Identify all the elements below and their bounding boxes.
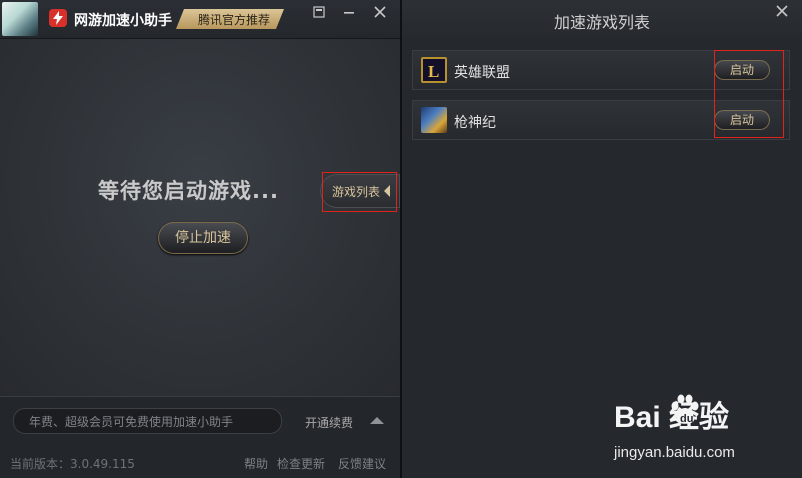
paw-logo-icon: du — [671, 394, 699, 425]
waiting-status-text: 等待您启动游戏... — [98, 179, 279, 203]
stop-acceleration-button[interactable]: 停止加速 — [158, 222, 248, 254]
notice-bar[interactable]: 年费、超级会员可免费使用加速小助手 — [13, 408, 282, 434]
close-icon[interactable] — [371, 5, 389, 23]
feedback-link[interactable]: 反馈建议 — [338, 455, 386, 472]
svg-text:du: du — [680, 413, 693, 425]
official-badge-label: 腾讯官方推荐 — [198, 13, 271, 27]
game-name: 英雄联盟 — [454, 65, 510, 81]
footer: 年费、超级会员可免费使用加速小助手 开通续费 当前版本：3.0.49.115 帮… — [0, 396, 400, 478]
game-list-window: 加速游戏列表 L 英雄联盟 启动 枪神纪 启动 Bai 经验 du jingya… — [402, 0, 802, 478]
minimize-icon[interactable] — [340, 5, 358, 23]
notice-text: 年费、超级会员可免费使用加速小助手 — [29, 415, 234, 429]
game-list-title: 加速游戏列表 — [553, 13, 650, 32]
official-badge: 腾讯官方推荐 — [176, 9, 284, 29]
watermark-url: jingyan.baidu.com — [614, 444, 735, 461]
svg-text:L: L — [428, 62, 439, 81]
annotation-highlight-box — [714, 50, 784, 138]
lightning-logo-icon — [49, 9, 67, 27]
status-panel — [0, 39, 400, 396]
baidu-jingyan-watermark: Bai 经验 du jingyan.baidu.com — [614, 392, 794, 472]
app-title: 网游加速小助手 — [74, 13, 172, 29]
user-avatar[interactable] — [2, 2, 38, 36]
check-update-link[interactable]: 检查更新 — [277, 455, 325, 472]
renew-link[interactable]: 开通续费 — [305, 414, 353, 431]
annotation-highlight-box — [322, 172, 397, 212]
title-bar: 网游加速小助手 腾讯官方推荐 — [0, 0, 400, 39]
skin-icon[interactable] — [310, 5, 328, 23]
help-link[interactable]: 帮助 — [244, 455, 268, 472]
accelerator-window: 网游加速小助手 腾讯官方推荐 等待您启动游戏... 停止加速 游戏列表 年费、超… — [0, 0, 400, 478]
close-icon[interactable] — [776, 3, 788, 21]
game-name: 枪神纪 — [454, 115, 496, 131]
tps-game-icon — [421, 107, 447, 133]
chevron-up-icon[interactable] — [370, 417, 384, 424]
version-text: 当前版本：3.0.49.115 — [10, 457, 135, 471]
lol-icon: L — [421, 57, 447, 83]
game-list-title-bar: 加速游戏列表 — [402, 0, 802, 38]
